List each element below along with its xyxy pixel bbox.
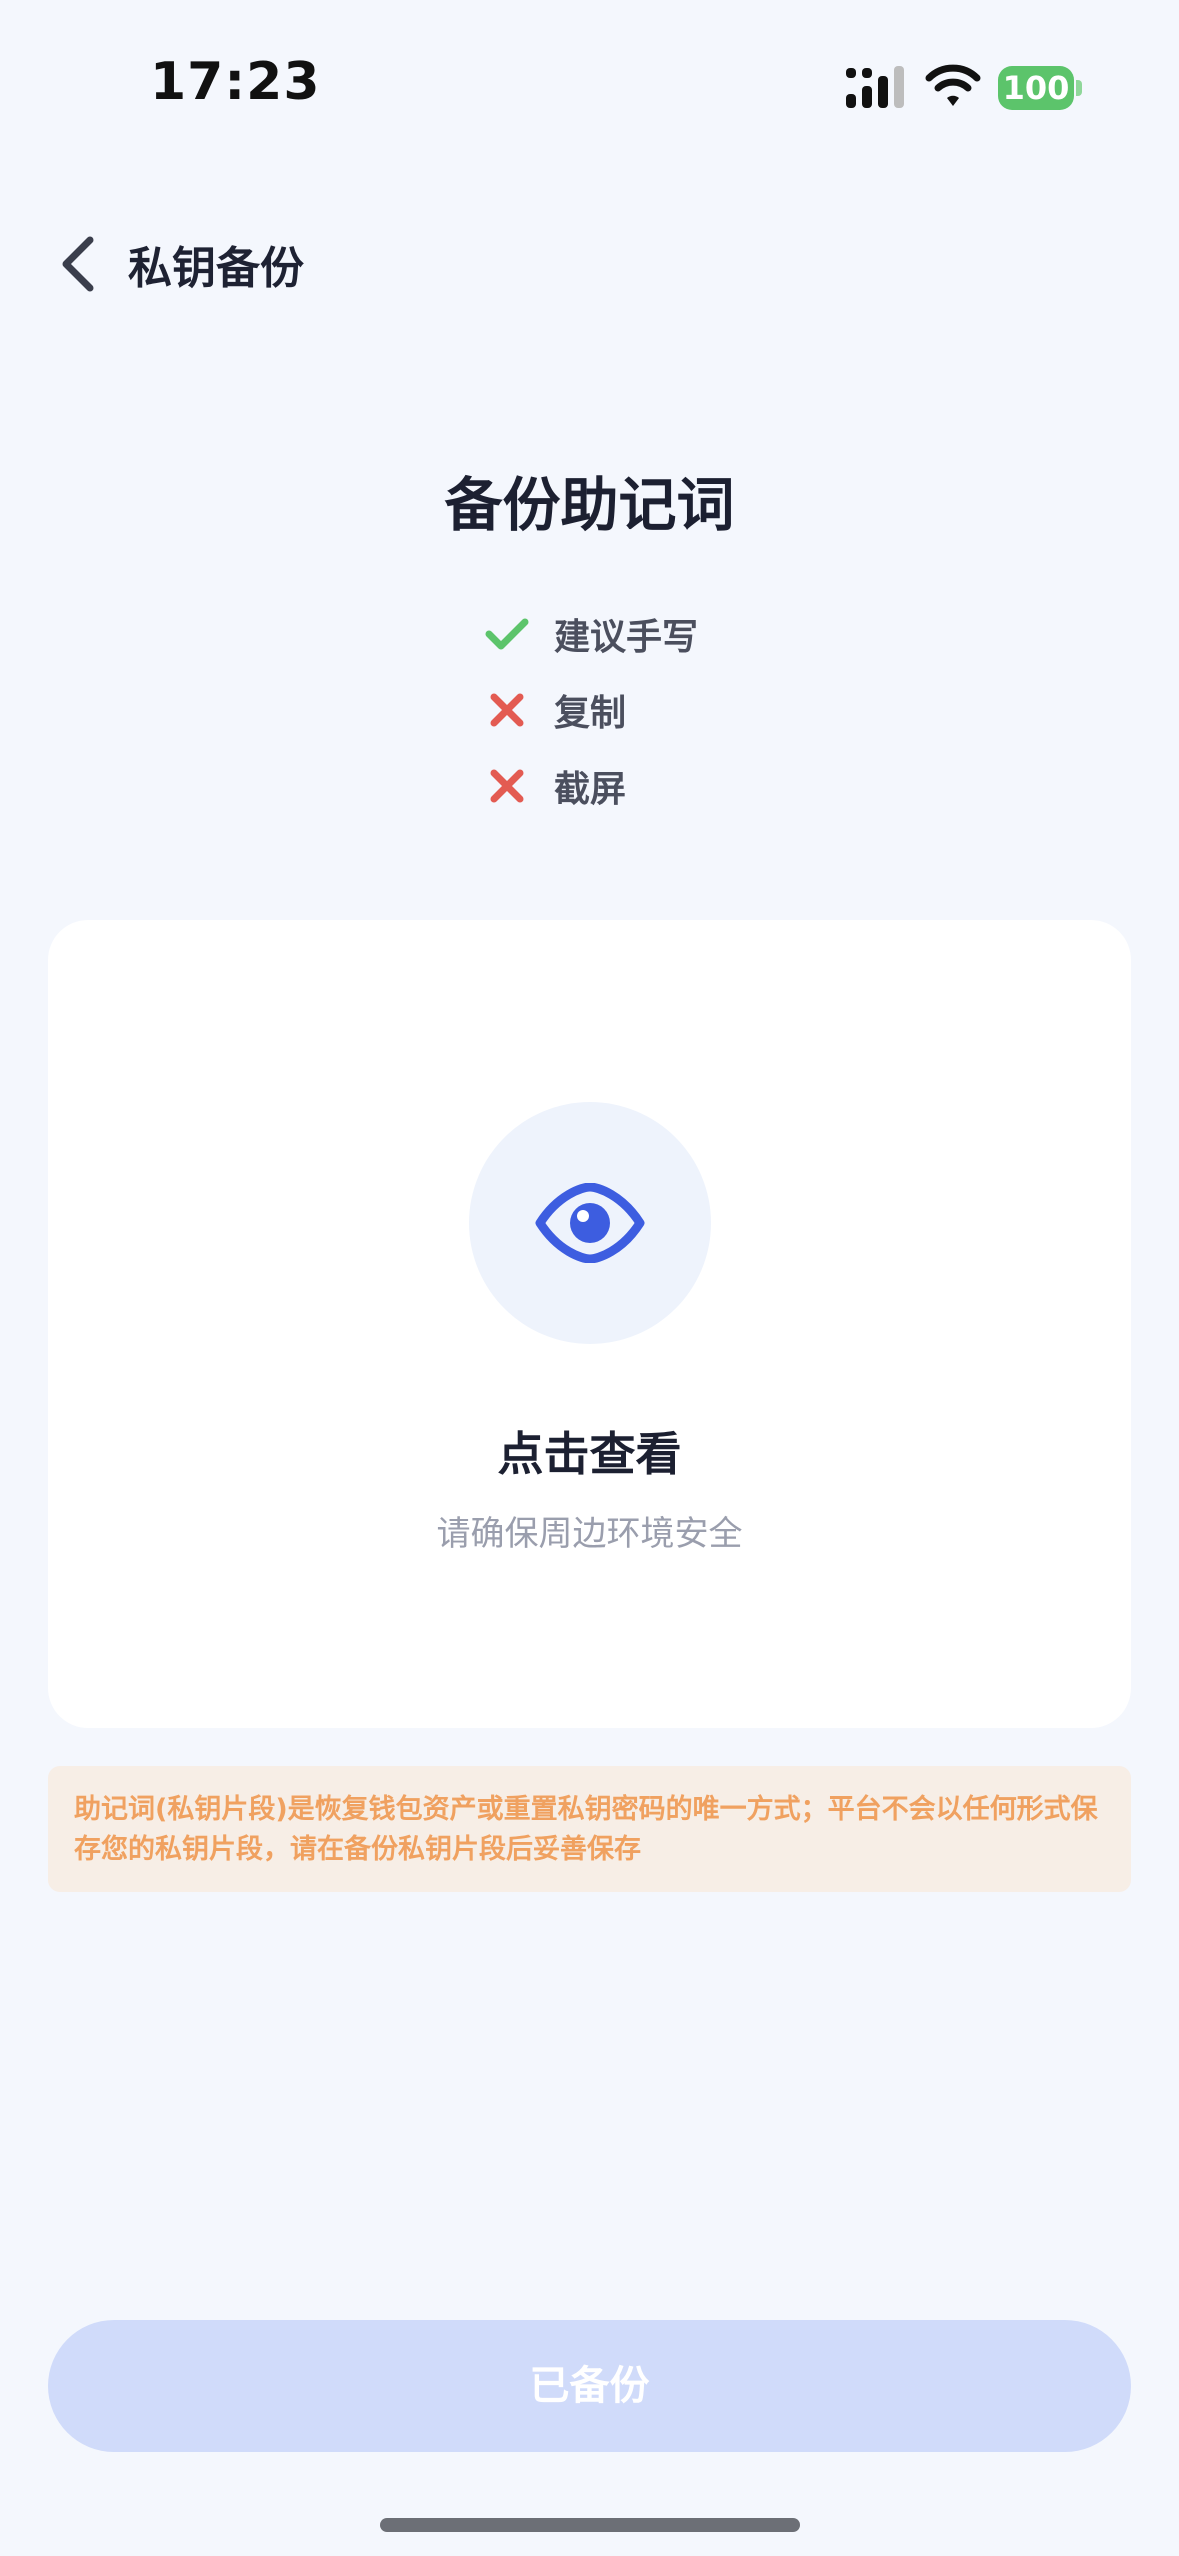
backed-up-button[interactable]: 已备份 (48, 2320, 1131, 2452)
reveal-title: 点击查看 (497, 1427, 682, 1481)
rule-label: 复制 (554, 693, 627, 734)
eye-icon (535, 1183, 645, 1263)
eye-circle[interactable] (469, 1102, 711, 1344)
warning-text: 助记词(私钥片段)是恢复钱包资产或重置私钥密码的唯一方式；平台不会以任何形式保存… (74, 1794, 1098, 1865)
wifi-icon (925, 64, 981, 106)
back-button[interactable] (52, 230, 104, 298)
nav-title: 私钥备份 (128, 243, 304, 294)
rule-label: 截屏 (554, 769, 627, 810)
cross-icon (484, 763, 530, 809)
battery-level: 100 (998, 66, 1074, 110)
signal-icon (846, 66, 904, 108)
check-icon (484, 611, 530, 657)
status-time: 17:23 (150, 52, 321, 112)
home-indicator (380, 2518, 800, 2532)
page-title: 备份助记词 (444, 471, 735, 539)
battery-indicator: 100 (998, 66, 1082, 110)
battery-tip (1076, 80, 1082, 96)
rule-handwrite: 建议手写 (484, 606, 698, 662)
chevron-left-icon (62, 236, 94, 292)
cross-icon (484, 687, 530, 733)
reveal-subtitle: 请确保周边环境安全 (436, 1514, 743, 1554)
warning-banner: 助记词(私钥片段)是恢复钱包资产或重置私钥密码的唯一方式；平台不会以任何形式保存… (48, 1766, 1131, 1892)
rule-copy: 复制 (484, 682, 626, 738)
rule-label: 建议手写 (554, 617, 699, 658)
rule-screenshot: 截屏 (484, 758, 626, 814)
